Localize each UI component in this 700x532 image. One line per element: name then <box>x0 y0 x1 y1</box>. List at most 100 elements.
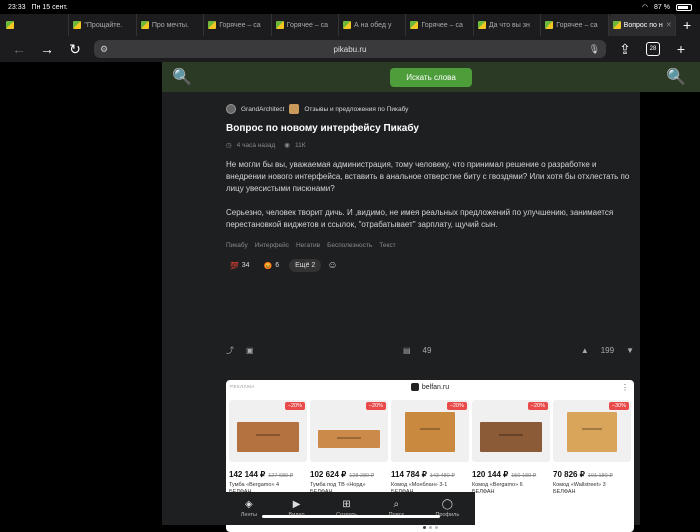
furniture-icon <box>405 412 455 452</box>
product-card[interactable]: −20% 102 624 ₽128 280 ₽ Тумба под ТВ «Но… <box>310 400 388 495</box>
post-stats: ◷ 4 часа назад ◉ 11К <box>226 141 634 150</box>
web-page: 🔍 Искать слова 🔍 GrandArchitect Отзывы и… <box>0 62 700 532</box>
product-card[interactable]: −20% 142 144 ₽127 680 ₽ Тумба «Bergamo» … <box>229 400 307 495</box>
post-actions: ⤴ ▣ ▤ 49 ▲ 199 ▼ <box>226 342 634 358</box>
discount-badge: −20% <box>527 402 548 410</box>
nav-feed[interactable]: ◈ Ленты <box>241 499 257 518</box>
discount-badge: −20% <box>446 402 467 410</box>
forward-icon[interactable]: → <box>38 40 56 58</box>
microphone-icon[interactable]: 🎙 <box>589 44 600 55</box>
favicon-icon <box>612 21 621 29</box>
status-bar: 23:33 Пн 15 сент. ◠ 87 % <box>0 0 700 14</box>
post: GrandArchitect Отзывы и предложения по П… <box>226 104 634 272</box>
product-name: Комод «Wallstreet» 3 <box>553 482 606 488</box>
clock-icon: ◷ <box>226 142 232 149</box>
product-name: Комод «Монблан» 3-1 <box>391 482 448 488</box>
browser-tab[interactable]: Про мечты. <box>137 14 205 36</box>
product-image: −20% <box>229 400 307 462</box>
post-meta: GrandArchitect Отзывы и предложения по П… <box>226 104 634 114</box>
product-card[interactable]: −30% 70 826 ₽101 180 ₽ Комод «Wallstreet… <box>553 400 631 495</box>
carousel-dot[interactable] <box>428 526 432 529</box>
home-indicator[interactable] <box>262 515 440 518</box>
url-text: pikabu.ru <box>333 44 367 54</box>
upvote-icon[interactable]: ▲ <box>581 346 589 355</box>
furniture-icon <box>567 412 617 452</box>
product-price: 102 624 ₽ <box>310 470 347 479</box>
browser-tab[interactable]: Горячее – са <box>204 14 272 36</box>
favicon-icon <box>208 21 217 29</box>
post-title[interactable]: Вопрос по новому интерфейсу Пикабу <box>226 123 634 134</box>
favicon-icon <box>6 21 14 29</box>
product-old-price: 128 280 ₽ <box>349 473 375 479</box>
comments-icon[interactable]: ▤ <box>403 346 411 355</box>
favicon-icon <box>545 21 554 29</box>
reaction-chip[interactable]: 😡 6 <box>260 260 284 272</box>
product-brand: БЕЛФАН <box>472 489 495 495</box>
favicon-icon <box>140 21 149 29</box>
search-words-button[interactable]: Искать слова <box>390 67 472 87</box>
profile-icon: ◯ <box>441 499 453 510</box>
tag[interactable]: Текст <box>379 242 395 249</box>
address-bar[interactable]: ⚙ pikabu.ru 🎙 <box>94 40 606 58</box>
product-carousel: −20% 142 144 ₽127 680 ₽ Тумба «Bergamo» … <box>229 400 631 495</box>
ad-favicon-icon <box>410 383 419 391</box>
reload-icon[interactable]: ↻ <box>66 40 84 58</box>
product-price: 142 144 ₽ <box>229 470 266 479</box>
browser-tab-active[interactable]: Вопрос по н ✕ <box>608 14 677 36</box>
tag[interactable]: Пикабу <box>226 242 248 249</box>
share-icon[interactable]: ⇪ <box>616 40 634 58</box>
more-reactions-button[interactable]: Ещё 2 <box>289 259 322 272</box>
wifi-icon: ◠ <box>641 4 649 11</box>
tag[interactable]: Негатив <box>296 242 320 249</box>
favicon-icon <box>275 21 284 29</box>
browser-tab[interactable]: Горячее – са <box>406 14 474 36</box>
tag[interactable]: Интерфейс <box>255 242 289 249</box>
avatar[interactable] <box>226 104 236 114</box>
new-tab-plus-icon[interactable]: + <box>672 40 690 58</box>
carousel-dot[interactable] <box>434 526 438 529</box>
downvote-icon[interactable]: ▼ <box>626 346 634 355</box>
magnifier-icon: 🔍 <box>666 69 686 86</box>
back-icon[interactable]: ← <box>10 40 28 58</box>
new-tab-button[interactable]: + <box>676 14 698 36</box>
comments-count[interactable]: 49 <box>423 346 432 355</box>
browser-tab[interactable]: "Прощайте. <box>69 14 137 36</box>
browser-tab[interactable]: А на обед у <box>339 14 407 36</box>
furniture-icon <box>480 422 542 452</box>
product-price: 120 144 ₽ <box>472 470 509 479</box>
product-name: Тумба «Bergamo» 4 <box>229 482 280 488</box>
page-settings-icon[interactable]: ⚙ <box>100 44 108 55</box>
browser-tab[interactable]: Горячее – са <box>272 14 340 36</box>
battery-icon <box>676 3 692 11</box>
browser-tab[interactable] <box>2 14 70 36</box>
save-icon[interactable]: ▣ <box>246 346 254 355</box>
ad-domain[interactable]: belfan.ru <box>226 383 634 391</box>
product-price: 70 826 ₽ <box>553 470 585 479</box>
browser-tab[interactable]: Да что вы зн <box>474 14 542 36</box>
post-views: 11К <box>294 141 306 149</box>
product-card[interactable]: −20% 114 784 ₽143 480 ₽ Комод «Монблан» … <box>391 400 469 495</box>
furniture-icon <box>237 422 299 452</box>
tab-switcher-button[interactable]: 28 <box>644 40 662 58</box>
product-old-price: 150 180 ₽ <box>511 473 537 479</box>
product-old-price: 127 680 ₽ <box>268 473 294 479</box>
magnifier-icon: 🔍 <box>172 69 192 86</box>
search-icon: ⌕ <box>393 499 400 510</box>
carousel-dot[interactable] <box>422 526 426 529</box>
product-card[interactable]: −20% 120 144 ₽150 180 ₽ Комод «Bergamo» … <box>472 400 550 495</box>
feed-icon: ◈ <box>245 499 253 510</box>
post-community[interactable]: Отзывы и предложения по Пикабу <box>304 106 408 113</box>
reactions: 💯 34 😡 6 Ещё 2 ☺ <box>226 259 634 272</box>
more-options-icon[interactable]: ⋮ <box>621 383 629 392</box>
add-reaction-icon[interactable]: ☺ <box>327 260 337 271</box>
battery-percent: 87 % <box>654 3 670 11</box>
close-tab-icon[interactable]: ✕ <box>666 21 672 29</box>
product-name: Тумба под ТВ «Норд» <box>310 482 366 488</box>
favicon-icon <box>73 21 82 29</box>
share-icon[interactable]: ⤴ <box>226 345 234 356</box>
tag[interactable]: Бесполезность <box>327 242 372 249</box>
browser-tab[interactable]: Горячее – са <box>541 14 609 36</box>
reaction-chip[interactable]: 💯 34 <box>226 260 254 272</box>
post-tags: Пикабу Интерфейс Негатив Бесполезность Т… <box>226 242 634 249</box>
post-author[interactable]: GrandArchitect <box>241 106 284 113</box>
